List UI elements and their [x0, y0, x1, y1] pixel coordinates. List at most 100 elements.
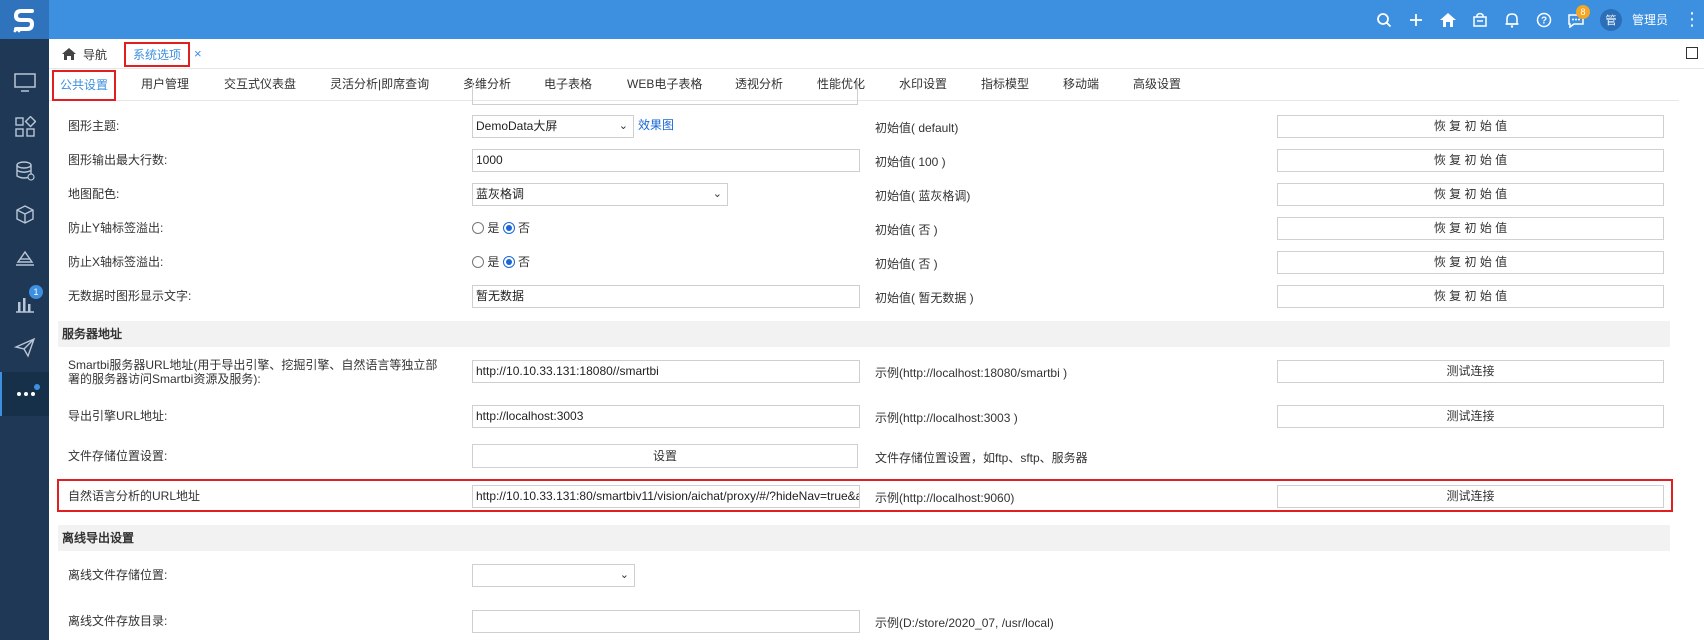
setting-row-x-axis-overflow: 防止X轴标签溢出: 是 否 初始值( 否 ) 恢 复 初 始 值: [60, 250, 1670, 274]
nlp-url-input[interactable]: http://10.10.33.131:80/smartbiv11/vision…: [472, 485, 860, 508]
preview-link[interactable]: 效果图: [638, 116, 674, 133]
test-connection-button[interactable]: 测试连接: [1277, 360, 1664, 383]
setting-row-file-storage: 文件存储位置设置: 设置 文件存储位置设置，如ftp、sftp、服务器: [60, 443, 1670, 469]
setting-row-max-rows: 图形输出最大行数: 1000 初始值( 100 ) 恢 复 初 始 值: [60, 148, 1670, 172]
max-rows-input[interactable]: 1000: [472, 149, 860, 172]
tab-navigation[interactable]: 导航: [61, 44, 107, 64]
restore-default-button[interactable]: 恢 复 初 始 值: [1277, 285, 1664, 308]
setting-row-nlp-url: 自然语言分析的URL地址 http://10.10.33.131:80/smar…: [60, 484, 1670, 508]
example-value: 示例(http://localhost:18080/smartbi ): [875, 366, 1068, 380]
no-data-text-input[interactable]: 暂无数据: [472, 285, 860, 308]
setting-row-smartbi-url: Smartbi服务器URL地址(用于导出引擎、挖掘引擎、自然语言等独立部 署的服…: [60, 355, 1670, 389]
setting-label: 地图配色:: [68, 187, 120, 201]
initial-value: 初始值( 否 ): [875, 257, 938, 271]
restore-default-button[interactable]: 恢 复 初 始 值: [1277, 149, 1664, 172]
send-icon: [13, 337, 35, 358]
top-toolbar: ? 8 管 管理员 ⋮: [1368, 0, 1704, 39]
sidebar-item-more[interactable]: [0, 372, 49, 416]
offline-storage-select[interactable]: ⌄: [472, 564, 635, 587]
setting-row-map-color: 地图配色: 蓝灰格调 ⌄ 初始值( 蓝灰格调) 恢 复 初 始 值: [60, 182, 1670, 206]
radio-yes[interactable]: [472, 256, 484, 268]
restore-default-button[interactable]: 恢 复 初 始 值: [1277, 115, 1664, 138]
ellipsis-icon: [16, 392, 35, 396]
tab-bar: 导航 系统选项 ×: [49, 39, 1704, 69]
avatar[interactable]: 管: [1599, 8, 1622, 31]
more-menu-icon[interactable]: ⋮: [1680, 9, 1704, 30]
select-value: DemoData大屏: [476, 119, 558, 133]
setting-row-export-engine-url: 导出引擎URL地址: http://localhost:3003 示例(http…: [60, 404, 1670, 428]
restore-default-button[interactable]: 恢 复 初 始 值: [1277, 217, 1664, 240]
chevron-down-icon: ⌄: [619, 569, 629, 581]
grid-blocks-icon: [14, 116, 36, 137]
top-bar: ? 8 管 管理员 ⋮: [0, 0, 1704, 39]
setting-label-line2: 署的服务器访问Smartbi资源及服务):: [68, 372, 261, 386]
search-icon[interactable]: [1368, 0, 1400, 39]
subtab-watermark[interactable]: 水印设置: [899, 69, 947, 100]
smartbi-url-input[interactable]: http://10.10.33.131:18080//smartbi: [472, 360, 860, 383]
radio-yes-label: 是: [487, 221, 500, 235]
layers-icon: [15, 250, 34, 266]
message-icon[interactable]: 8: [1560, 0, 1592, 39]
close-tab-icon[interactable]: ×: [194, 46, 202, 61]
bell-icon[interactable]: [1496, 0, 1528, 39]
maximize-icon[interactable]: [1686, 47, 1698, 59]
setting-label: 防止X轴标签溢出:: [68, 255, 164, 269]
example-value: 示例(http://localhost:9060): [875, 491, 1015, 505]
home-icon[interactable]: [1432, 0, 1464, 39]
sidebar-item-layers[interactable]: [0, 237, 49, 281]
sidebar-item-monitor[interactable]: [0, 61, 49, 105]
setting-row-no-data-text: 无数据时图形显示文字: 暂无数据 初始值( 暂无数据 ) 恢 复 初 始 值: [60, 284, 1670, 308]
subtab-mobile[interactable]: 移动端: [1063, 69, 1099, 100]
setting-row-graph-theme: 图形主题: DemoData大屏 ⌄ 效果图 初始值( default) 恢 复…: [60, 114, 1670, 138]
clipped-row: [60, 81, 1670, 105]
radio-no-label: 否: [518, 221, 531, 235]
test-connection-button[interactable]: 测试连接: [1277, 405, 1664, 428]
test-connection-button[interactable]: 测试连接: [1277, 485, 1664, 508]
map-color-select[interactable]: 蓝灰格调 ⌄: [472, 183, 728, 206]
sidebar-item-cube[interactable]: [0, 193, 49, 237]
subtab-flexible-analysis[interactable]: 灵活分析|即席查询: [330, 69, 429, 100]
setting-label: 离线文件存放目录:: [68, 614, 168, 628]
storage-hint: 文件存储位置设置，如ftp、sftp、服务器: [875, 451, 1088, 465]
subtab-advanced[interactable]: 高级设置: [1133, 69, 1181, 100]
export-engine-url-input[interactable]: http://localhost:3003: [472, 405, 860, 428]
subtab-interactive-dashboard[interactable]: 交互式仪表盘: [224, 69, 296, 100]
y-axis-overflow-radios: 是 否: [472, 219, 530, 236]
username[interactable]: 管理员: [1632, 11, 1668, 28]
subtab-public-settings[interactable]: 公共设置: [52, 70, 117, 101]
graph-theme-select[interactable]: DemoData大屏 ⌄: [472, 115, 634, 138]
setting-label: 导出引擎URL地址:: [68, 409, 168, 423]
cube-icon: [15, 205, 34, 224]
database-icon: [15, 161, 35, 181]
restore-default-button[interactable]: 恢 复 初 始 值: [1277, 251, 1664, 274]
sidebar-item-components[interactable]: [0, 105, 49, 149]
sidebar-item-database[interactable]: [0, 149, 49, 193]
settings-subtabs: 公共设置 用户管理 交互式仪表盘 灵活分析|即席查询 多维分析 电子表格 WEB…: [49, 69, 1679, 101]
monitor-icon: [13, 73, 36, 92]
setting-row-offline-storage: 离线文件存储位置: ⌄: [60, 563, 1670, 587]
tab-system-options[interactable]: 系统选项: [124, 42, 191, 67]
setting-label: 离线文件存储位置:: [68, 568, 168, 582]
subtab-user-management[interactable]: 用户管理: [141, 69, 189, 100]
radio-yes[interactable]: [472, 222, 484, 234]
radio-yes-label: 是: [487, 255, 500, 269]
file-storage-settings-button[interactable]: 设置: [472, 444, 858, 468]
smartbi-logo-icon: [13, 8, 34, 32]
setting-row-y-axis-overflow: 防止Y轴标签溢出: 是 否 初始值( 否 ) 恢 复 初 始 值: [60, 216, 1670, 240]
initial-value: 初始值( 100 ): [875, 155, 946, 169]
setting-row-offline-directory: 离线文件存放目录: 示例(D:/store/2020_07, /usr/loca…: [60, 609, 1670, 633]
section-header-offline: 离线导出设置: [58, 525, 1670, 551]
app-logo[interactable]: [0, 0, 49, 39]
tab-navigation-label: 导航: [83, 47, 108, 62]
help-icon[interactable]: ?: [1528, 0, 1560, 39]
radio-no[interactable]: [502, 222, 515, 234]
radio-no[interactable]: [502, 256, 515, 268]
select-value: 蓝灰格调: [476, 187, 525, 201]
subtab-metric-model[interactable]: 指标模型: [981, 69, 1029, 100]
add-icon[interactable]: [1400, 0, 1432, 39]
offline-directory-input[interactable]: [472, 610, 860, 633]
shopping-bag-icon[interactable]: [1464, 0, 1496, 39]
restore-default-button[interactable]: 恢 复 初 始 值: [1277, 183, 1664, 206]
sidebar-item-analytics[interactable]: 1: [0, 281, 49, 325]
sidebar-item-send[interactable]: [0, 325, 49, 369]
